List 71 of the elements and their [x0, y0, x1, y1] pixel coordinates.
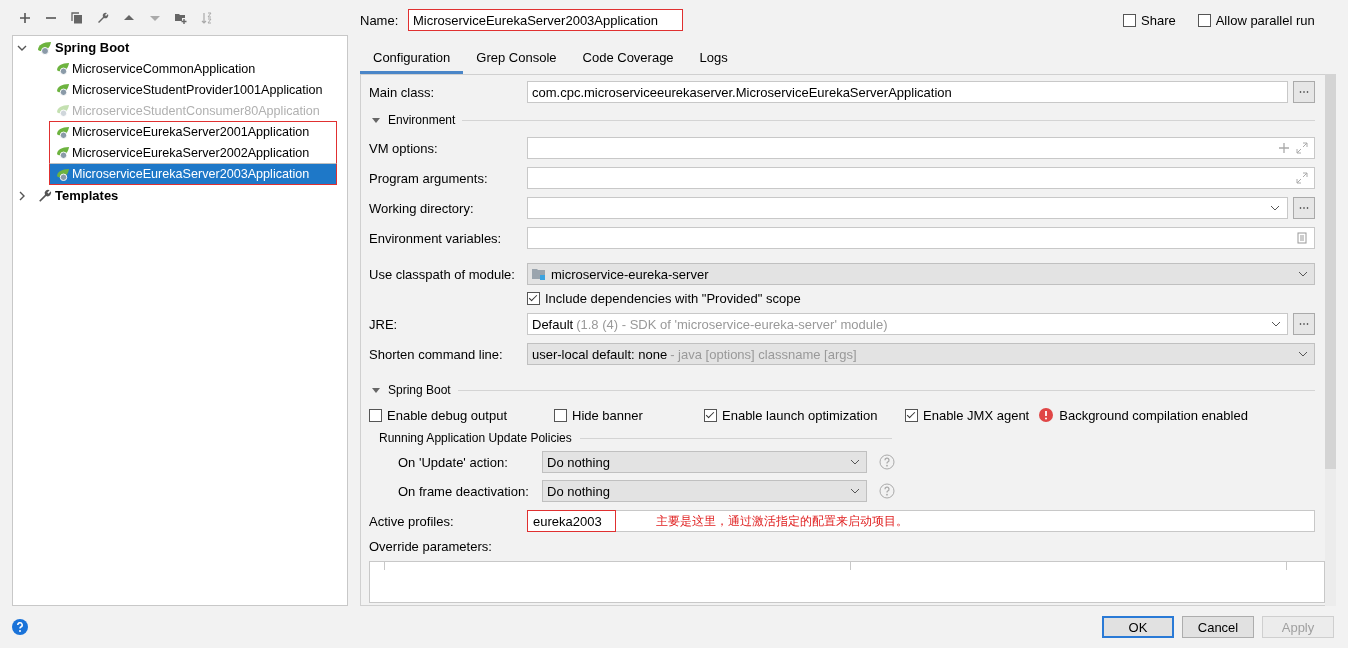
tab[interactable]: Grep Console [463, 44, 570, 74]
module-folder-icon [532, 268, 546, 280]
field-label: Main class: [369, 84, 436, 100]
option-checkbox[interactable]: Enable launch optimization [704, 407, 905, 423]
spring-leaf-icon [37, 40, 53, 55]
tree-item[interactable]: MicroserviceEurekaServer2003Application [49, 163, 337, 185]
field-label: Environment variables: [369, 230, 503, 246]
include-dependencies-checkbox[interactable]: Include dependencies with "Provided" scope [527, 290, 801, 306]
dialog-button[interactable]: OK [1102, 616, 1174, 638]
tab[interactable]: Code Coverage [569, 44, 687, 74]
collapse-triangle-icon[interactable] [371, 115, 381, 125]
spring-leaf-icon [56, 104, 71, 117]
tree-item[interactable]: MicroserviceCommonApplication [13, 58, 337, 79]
wrench-icon[interactable] [97, 11, 109, 24]
program-arguments-field[interactable] [527, 167, 1315, 189]
copy-icon[interactable] [71, 11, 83, 24]
field-label: Active profiles: [369, 513, 455, 529]
folder-add-icon[interactable] [175, 11, 187, 24]
collapse-triangle-icon[interactable] [371, 385, 381, 395]
module-dropdown[interactable]: microservice-eureka-server [527, 263, 1315, 285]
wrench-icon [37, 188, 53, 203]
main-class-field[interactable]: com.cpc.microserviceeurekaserver.MicroserviceEurekaServerApplication [527, 81, 1288, 103]
warning-text: Background compilation enabled [1059, 407, 1248, 423]
tree-item[interactable]: MicroserviceEurekaServer2001Application [49, 121, 337, 142]
vm-options-field[interactable] [527, 137, 1315, 159]
policy-dropdown[interactable]: Do nothing [542, 451, 867, 473]
spring-leaf-icon [56, 62, 71, 75]
shorten-command-line-dropdown[interactable]: user-local default: none - java [options] classname [args] [527, 343, 1315, 365]
field-label: Override parameters: [369, 539, 493, 556]
option-checkbox[interactable]: Enable debug output [369, 407, 554, 423]
add-icon[interactable] [19, 11, 31, 24]
help-icon[interactable] [12, 619, 28, 635]
tab[interactable]: Configuration [360, 44, 464, 74]
spring-leaf-icon [56, 146, 71, 159]
section-title: Environment [388, 113, 456, 127]
name-label: Name: [360, 12, 400, 28]
field-label: On 'Update' action: [398, 454, 509, 470]
tree-group-label[interactable]: Templates [55, 188, 119, 203]
error-icon [1039, 408, 1054, 422]
option-checkbox[interactable]: Enable JMX agent [905, 407, 1030, 423]
working-directory-field[interactable] [527, 197, 1288, 219]
spring-leaf-icon [56, 125, 71, 139]
scrollbar-thumb[interactable] [1325, 74, 1336, 469]
option-checkbox[interactable]: Hide banner [554, 407, 704, 423]
option-checkbox[interactable]: Share [1123, 12, 1176, 28]
document-icon[interactable] [1296, 232, 1308, 244]
field-label: Working directory: [369, 200, 475, 216]
field-label: Shorten command line: [369, 346, 504, 362]
option-checkbox[interactable]: Allow parallel run [1197, 12, 1315, 28]
expand-icon[interactable] [1296, 172, 1308, 184]
field-label: Program arguments: [369, 170, 489, 186]
policy-dropdown[interactable]: Do nothing [542, 480, 867, 502]
field-label: Use classpath of module: [369, 266, 516, 282]
name-field[interactable]: MicroserviceEurekaServer2003Application [408, 9, 683, 31]
dialog-button[interactable]: Cancel [1182, 616, 1254, 638]
spring-leaf-icon [56, 83, 71, 96]
active-profiles-field[interactable]: eureka2003 主要是这里，通过激活指定的配置来启动项目。 [527, 510, 1315, 532]
field-label: JRE: [369, 316, 399, 332]
group-title: Running Application Update Policies [379, 431, 572, 445]
spring-leaf-icon [56, 167, 71, 181]
annotation-text: 主要是这里，通过激活指定的配置来启动项目。 [655, 512, 908, 530]
jre-combo[interactable]: Default (1.8 (4) - SDK of 'microservice-eureka-server' module) [527, 313, 1288, 335]
field-label: On frame deactivation: [398, 483, 530, 499]
environment-variables-field[interactable] [527, 227, 1315, 249]
section-title: Spring Boot [388, 383, 451, 397]
tree-item[interactable]: MicroserviceStudentProvider1001Application [13, 79, 337, 100]
expand-icon[interactable] [1296, 142, 1308, 154]
tab[interactable]: Logs [686, 44, 741, 74]
profile-value: eureka2003 [527, 510, 616, 532]
field-label: VM options: [369, 140, 439, 156]
tree-group-label[interactable]: Spring Boot [55, 40, 130, 55]
